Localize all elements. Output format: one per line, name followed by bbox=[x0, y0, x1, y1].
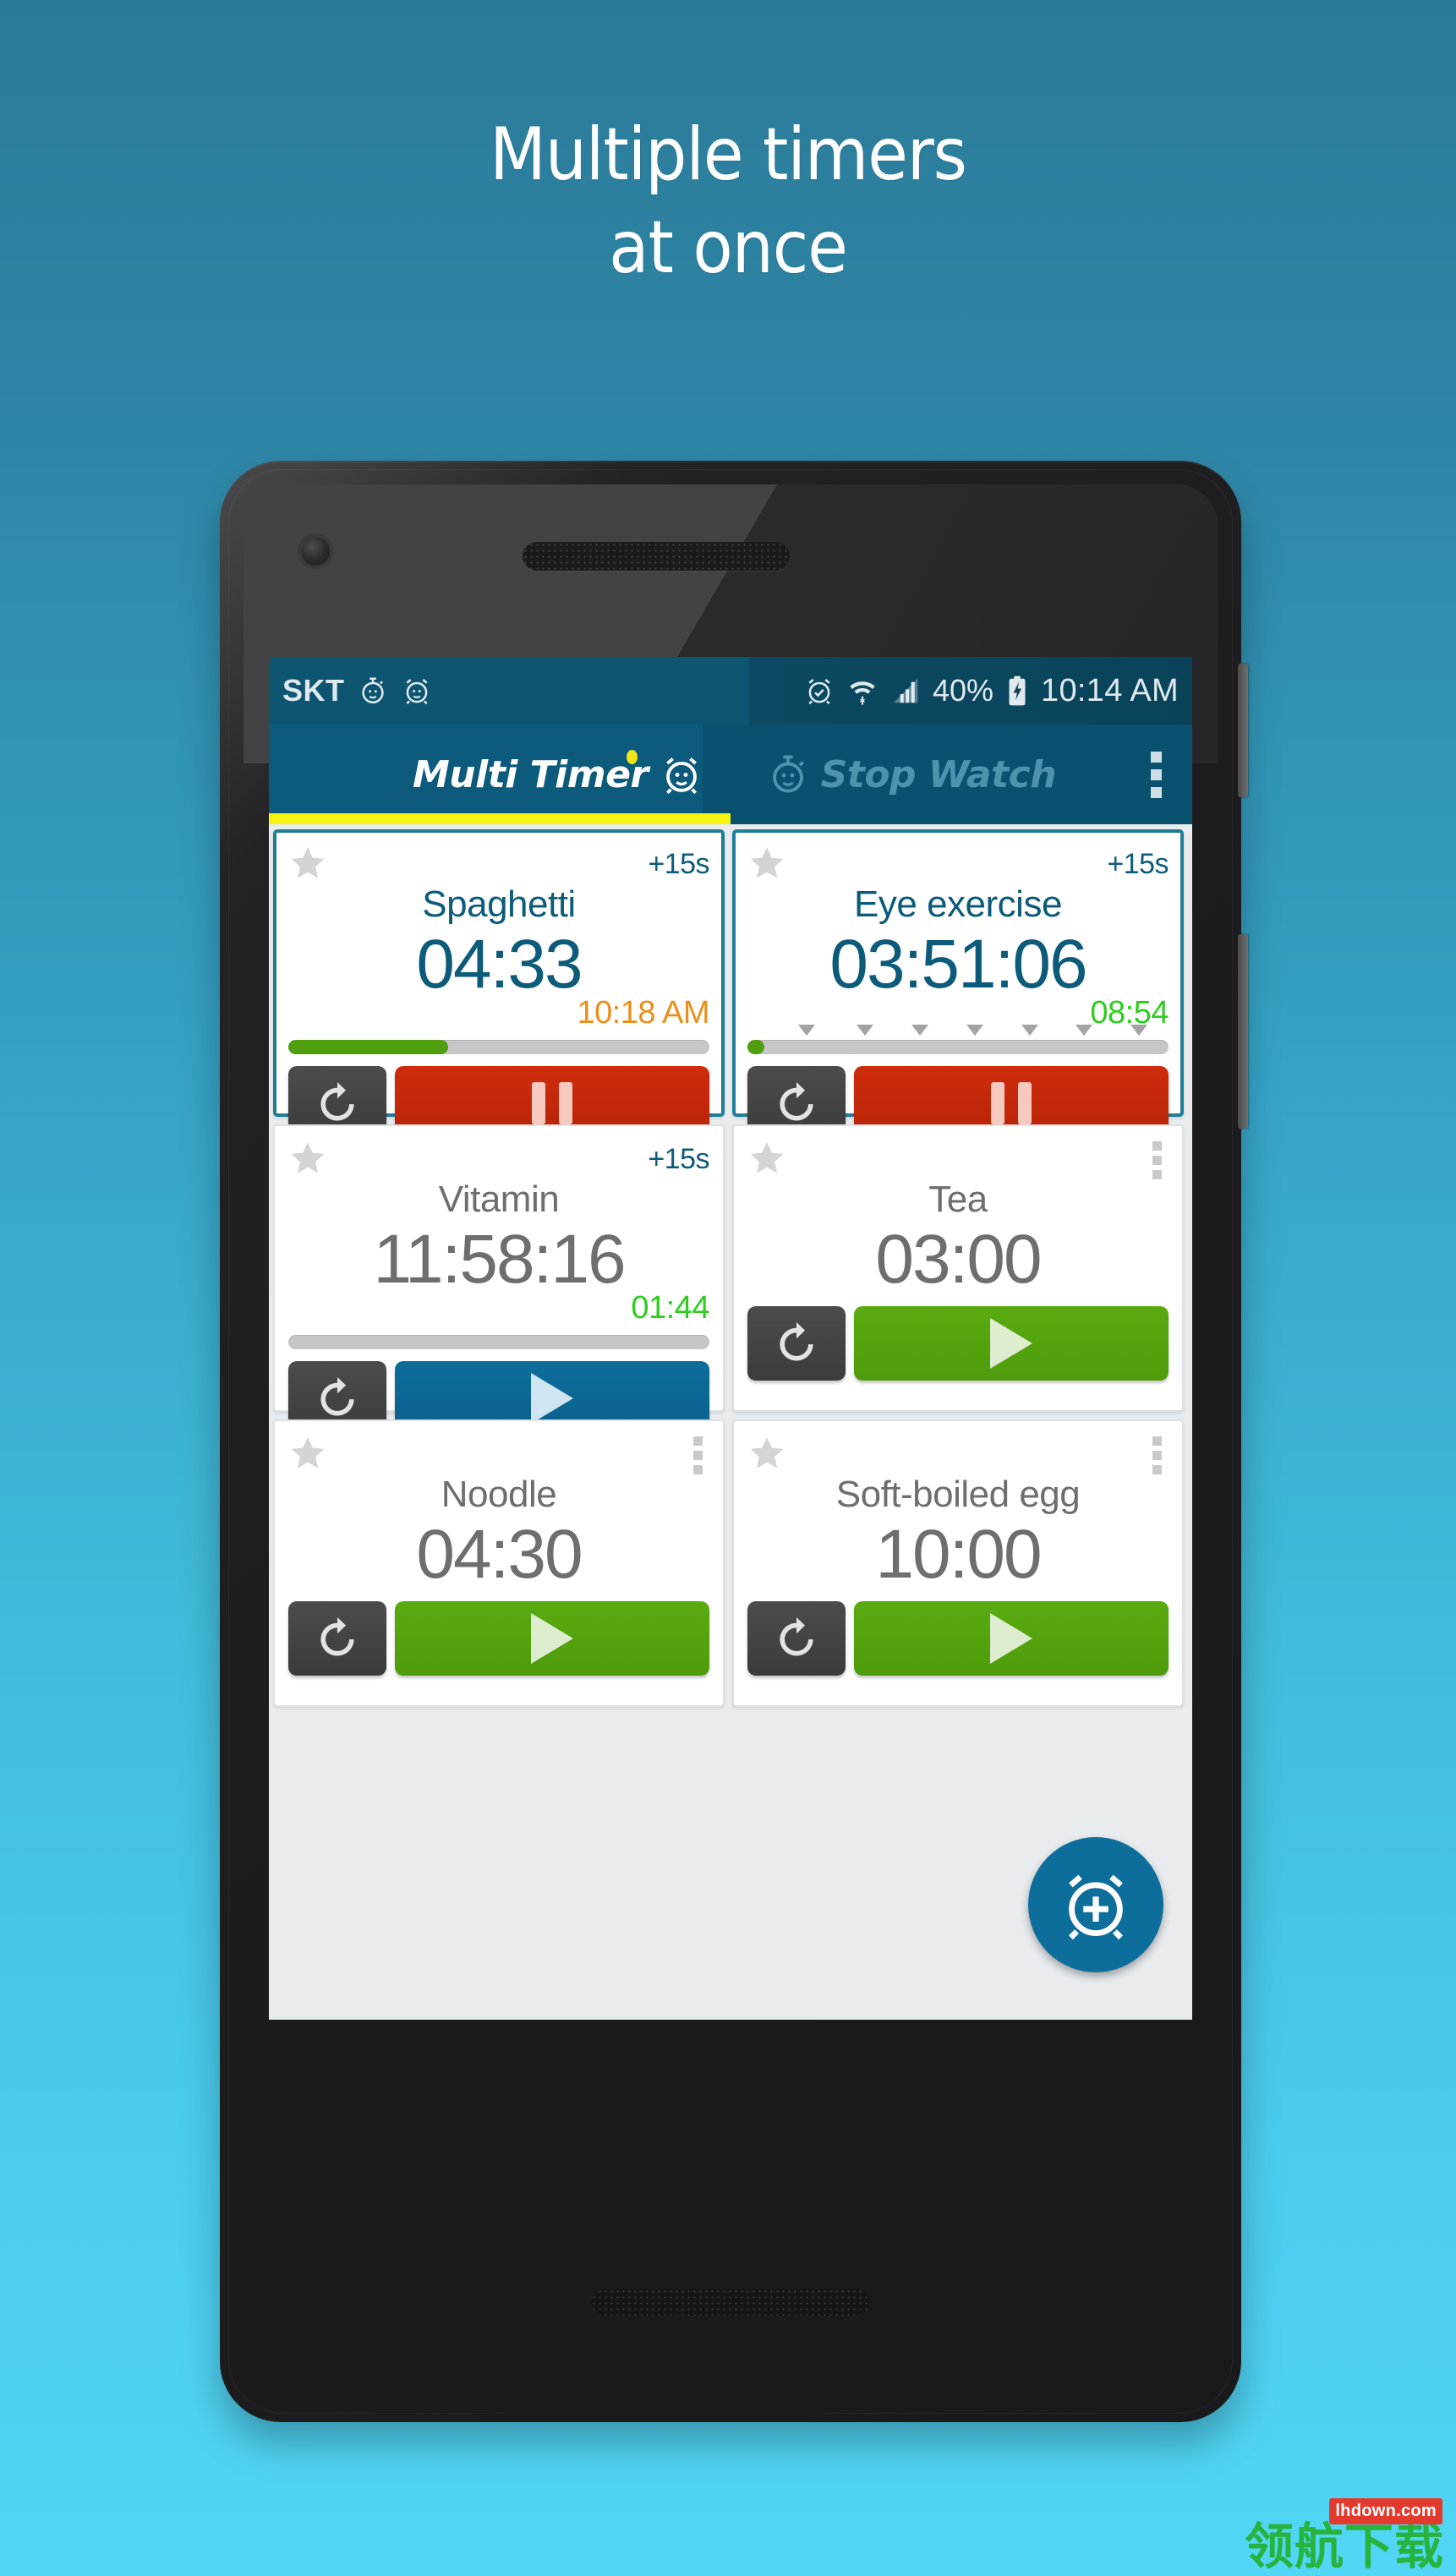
timer-progress bbox=[288, 1039, 709, 1055]
add-timer-fab[interactable] bbox=[1028, 1837, 1163, 1972]
play-icon bbox=[990, 1612, 1032, 1664]
progress-bar-track bbox=[288, 1039, 709, 1054]
battery-charging-icon bbox=[1004, 675, 1030, 707]
add-15s-button[interactable]: +15s bbox=[648, 843, 709, 881]
timer-remaining-time: 11:58:16 bbox=[373, 1221, 626, 1298]
watermark-text: 领航下载 bbox=[1244, 2518, 1444, 2575]
timer-card[interactable]: +15s Eye exercise 03:51:06 08:54 bbox=[732, 829, 1184, 1140]
start-button[interactable] bbox=[395, 1600, 709, 1676]
overflow-menu-icon[interactable] bbox=[1151, 751, 1162, 798]
status-clock: 10:14 AM bbox=[1041, 672, 1179, 708]
alarm-clock-icon bbox=[626, 750, 704, 797]
card-actions bbox=[747, 1305, 1169, 1381]
timer-name: Vitamin bbox=[438, 1179, 560, 1220]
timer-remaining-time: 03:51:06 bbox=[829, 926, 1087, 1003]
card-header: +15s bbox=[288, 843, 709, 887]
timer-remaining-time: 10:00 bbox=[875, 1516, 1042, 1593]
card-actions bbox=[288, 1600, 709, 1676]
timer-name: Spaghetti bbox=[422, 883, 576, 925]
card-header: +15s bbox=[747, 843, 1169, 887]
start-button[interactable] bbox=[854, 1305, 1169, 1381]
card-overflow-menu-icon[interactable] bbox=[693, 1433, 709, 1474]
card-overflow-menu-icon[interactable] bbox=[1152, 1138, 1169, 1179]
add-15s-button[interactable]: +15s bbox=[1107, 843, 1169, 881]
add-alarm-icon bbox=[1055, 1864, 1136, 1945]
play-icon bbox=[990, 1317, 1032, 1369]
reset-button[interactable] bbox=[747, 1600, 846, 1676]
alarm-icon bbox=[401, 675, 433, 707]
timer-name: Eye exercise bbox=[854, 883, 1062, 925]
timer-card[interactable]: Noodle 04:30 bbox=[273, 1419, 725, 1707]
battery-percent-label: 40% bbox=[932, 673, 994, 708]
wifi-icon bbox=[846, 675, 879, 707]
power-button[interactable] bbox=[1238, 934, 1248, 1129]
timer-remaining-time: 03:00 bbox=[875, 1221, 1042, 1298]
reset-button[interactable] bbox=[747, 1305, 846, 1381]
timer-remaining-time: 04:30 bbox=[416, 1516, 583, 1593]
favorite-star-icon[interactable] bbox=[288, 1433, 327, 1472]
interval-markers bbox=[747, 1024, 1169, 1038]
card-actions bbox=[747, 1600, 1169, 1676]
cellular-signal-icon bbox=[889, 675, 922, 707]
card-header bbox=[747, 1433, 1169, 1477]
timer-remaining-time: 04:33 bbox=[416, 926, 583, 1003]
volume-button[interactable] bbox=[1238, 664, 1248, 797]
alarm-set-icon bbox=[803, 675, 835, 707]
timer-name: Tea bbox=[928, 1179, 988, 1220]
card-header bbox=[747, 1138, 1169, 1182]
card-overflow-menu-icon[interactable] bbox=[1152, 1433, 1169, 1474]
site-watermark: 领航下载 lhdown.com bbox=[1244, 2498, 1444, 2575]
timer-progress bbox=[288, 1334, 709, 1350]
add-15s-button[interactable]: +15s bbox=[648, 1138, 709, 1176]
bottom-speaker bbox=[591, 2289, 870, 2316]
phone-screen: SKT 40% 10:14 AM Multi Timer Stop Watch … bbox=[269, 657, 1192, 2020]
favorite-star-icon[interactable] bbox=[288, 843, 327, 882]
front-camera-icon bbox=[301, 537, 330, 566]
pause-icon bbox=[532, 1081, 572, 1124]
promo-line-2: at once bbox=[609, 205, 848, 291]
progress-bar-fill bbox=[747, 1039, 764, 1054]
carrier-label: SKT bbox=[282, 673, 345, 708]
timer-card[interactable]: Soft-boiled egg 10:00 bbox=[732, 1419, 1184, 1707]
promo-line-1: Multiple timers bbox=[490, 112, 967, 197]
promo-headline: Multiple timers at once bbox=[0, 108, 1456, 294]
watermark-badge: lhdown.com bbox=[1329, 2498, 1442, 2524]
favorite-star-icon[interactable] bbox=[747, 1138, 786, 1177]
tab-multi-timer[interactable]: Multi Timer bbox=[413, 750, 704, 797]
timer-name: Noodle bbox=[441, 1474, 557, 1515]
timer-card[interactable]: +15s Spaghetti 04:33 10:18 AM bbox=[273, 829, 725, 1140]
tab-stop-watch[interactable]: Stop Watch bbox=[765, 752, 1057, 797]
stopwatch-icon bbox=[765, 752, 811, 797]
progress-bar-fill bbox=[288, 1039, 449, 1054]
stopwatch-icon bbox=[357, 675, 389, 707]
card-header: +15s bbox=[288, 1138, 709, 1182]
status-bar: SKT 40% 10:14 AM bbox=[269, 657, 1192, 725]
logo-accent-dot bbox=[626, 750, 638, 764]
timer-grid: +15s Spaghetti 04:33 10:18 AM +15s Eye exerci… bbox=[269, 824, 1192, 1707]
tab-multi-timer-label: Multi Timer bbox=[413, 752, 649, 796]
favorite-star-icon[interactable] bbox=[747, 843, 786, 882]
card-header bbox=[288, 1433, 709, 1477]
play-icon bbox=[531, 1612, 573, 1664]
timer-card[interactable]: Tea 03:00 bbox=[732, 1124, 1184, 1412]
timer-progress bbox=[747, 1024, 1169, 1055]
favorite-star-icon[interactable] bbox=[288, 1138, 327, 1177]
pause-icon bbox=[991, 1081, 1032, 1124]
start-button[interactable] bbox=[854, 1600, 1169, 1676]
earpiece-speaker bbox=[523, 542, 790, 571]
timer-name: Soft-boiled egg bbox=[835, 1474, 1081, 1515]
timer-card[interactable]: +15s Vitamin 11:58:16 01:44 bbox=[273, 1124, 725, 1436]
reset-button[interactable] bbox=[288, 1600, 386, 1676]
progress-bar-track bbox=[747, 1039, 1169, 1054]
favorite-star-icon[interactable] bbox=[747, 1433, 786, 1472]
progress-bar-track bbox=[288, 1334, 709, 1349]
tab-stop-watch-label: Stop Watch bbox=[820, 752, 1057, 796]
play-icon bbox=[531, 1372, 573, 1424]
app-bar: Multi Timer Stop Watch bbox=[269, 725, 1192, 824]
active-tab-indicator bbox=[269, 813, 731, 824]
